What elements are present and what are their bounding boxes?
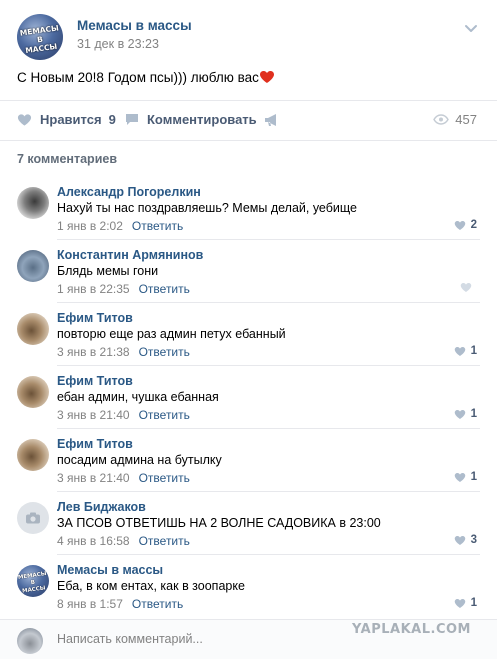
share-button[interactable] <box>264 113 288 127</box>
comment-date-link[interactable]: 3 янв в 21:40 <box>57 471 130 485</box>
reply-button[interactable]: Ответить <box>139 282 190 296</box>
reply-button[interactable]: Ответить <box>139 345 190 359</box>
chevron-down-icon[interactable] <box>463 20 479 36</box>
avatar[interactable]: МЕМАСЫ В МАССЫ <box>17 565 49 597</box>
comment-date-link[interactable]: 4 янв в 16:58 <box>57 534 130 548</box>
avatar[interactable] <box>17 313 49 345</box>
post-text-content: С Новым 20!8 Годом псы))) люблю вас <box>17 70 259 85</box>
comment-meta: 1 янв в 2:02 Ответить <box>57 219 183 233</box>
heart-icon <box>454 409 465 419</box>
comment-text: Нахуй ты нас поздравляешь? Мемы делай, у… <box>57 201 357 215</box>
comment-item: Александр Погорелкин Нахуй ты нас поздра… <box>0 176 497 239</box>
comment-like-count: 1 <box>470 597 477 609</box>
comment-item: Константин Армянинов Блядь мемы гони 1 я… <box>0 239 497 302</box>
group-avatar[interactable]: МЕМАСЫ В МАССЫ <box>17 14 63 60</box>
comment-meta: 3 янв в 21:40 Ответить <box>57 471 190 485</box>
comment-meta: 1 янв в 22:35 Ответить <box>57 282 190 296</box>
comment-label: Комментировать <box>147 112 257 127</box>
post-author-link[interactable]: Мемасы в массы <box>77 18 192 33</box>
comments-list: Александр Погорелкин Нахуй ты нас поздра… <box>0 176 497 617</box>
comment-item: Ефим Титов ебан админ, чушка ебанная 3 я… <box>0 365 497 428</box>
comment-author-link[interactable]: Александр Погорелкин <box>57 185 201 199</box>
comment-like-button[interactable]: 1 <box>454 408 477 420</box>
heart-icon <box>460 283 472 292</box>
comment-like-button[interactable]: 1 <box>454 597 477 609</box>
post-text: С Новым 20!8 Годом псы))) люблю вас <box>17 70 275 85</box>
avatar-logo-text: МЕМАСЫ В МАССЫ <box>19 23 60 56</box>
watermark: YAPLAKAL.COM <box>352 622 471 637</box>
comment-meta: 8 янв в 1:57 Ответить <box>57 597 183 611</box>
comment-like-count: 3 <box>470 534 477 546</box>
comment-author-link[interactable]: Ефим Титов <box>57 311 133 325</box>
like-count: 9 <box>108 112 116 127</box>
avatar[interactable] <box>17 250 49 282</box>
eye-icon <box>433 114 450 125</box>
heart-icon <box>454 220 465 230</box>
comment-like-button[interactable]: 1 <box>454 471 477 483</box>
comment-date-link[interactable]: 3 янв в 21:38 <box>57 345 130 359</box>
reply-button[interactable]: Ответить <box>132 219 183 233</box>
post-date-link[interactable]: 31 дек в 23:23 <box>77 37 159 51</box>
comment-like-button[interactable]: 1 <box>454 345 477 357</box>
comment-like-button[interactable]: 3 <box>454 534 477 546</box>
like-label: Нравится <box>40 112 102 127</box>
comment-like-button[interactable]: 2 <box>454 219 477 231</box>
heart-outline-icon <box>17 113 32 126</box>
comment-like-count: 1 <box>470 345 477 357</box>
views-counter: 457 <box>433 112 477 127</box>
views-count: 457 <box>455 112 477 127</box>
comment-like-button[interactable] <box>460 282 477 293</box>
reply-button[interactable]: Ответить <box>132 597 183 611</box>
comment-text: ЗА ПСОВ ОТВЕТИШЬ НА 2 ВОЛНЕ САДОВИКА в 2… <box>57 516 381 530</box>
comment-author-link[interactable]: Мемасы в массы <box>57 563 163 577</box>
comment-meta: 4 янв в 16:58 Ответить <box>57 534 190 548</box>
comment-meta: 3 янв в 21:40 Ответить <box>57 408 190 422</box>
avatar <box>17 628 43 654</box>
megaphone-icon <box>265 114 276 126</box>
heart-icon <box>454 472 465 482</box>
comment-date-link[interactable]: 1 янв в 22:35 <box>57 282 130 296</box>
comment-text: Еба, в ком ентах, как в зоопарке <box>57 579 245 593</box>
comment-text: ебан админ, чушка ебанная <box>57 390 219 404</box>
comment-icon <box>126 114 138 125</box>
comment-item: Ефим Титов посадим админа на бутылку 3 я… <box>0 428 497 491</box>
comment-author-link[interactable]: Ефим Титов <box>57 437 133 451</box>
heart-icon <box>454 598 465 608</box>
comment-like-count: 1 <box>470 408 477 420</box>
heart-icon <box>454 346 465 356</box>
heart-icon <box>454 535 465 545</box>
avatar[interactable] <box>17 376 49 408</box>
comment-like-count: 1 <box>470 471 477 483</box>
comment-item: Лев Биджаков ЗА ПСОВ ОТВЕТИШЬ НА 2 ВОЛНЕ… <box>0 491 497 554</box>
post-actions-bar: Нравится 9 Комментировать 457 <box>0 100 497 140</box>
avatar-logo-text: МЕМАСЫ В МАССЫ <box>17 571 47 595</box>
reply-button[interactable]: Ответить <box>139 471 190 485</box>
comment-author-link[interactable]: Ефим Титов <box>57 374 133 388</box>
comments-count-header: 7 комментариев <box>0 140 497 174</box>
avatar[interactable] <box>17 439 49 471</box>
comment-author-link[interactable]: Константин Армянинов <box>57 248 203 262</box>
reply-button[interactable]: Ответить <box>139 534 190 548</box>
like-button[interactable]: Нравится 9 <box>17 112 116 127</box>
comment-button[interactable]: Комментировать <box>125 112 257 127</box>
comment-date-link[interactable]: 1 янв в 2:02 <box>57 219 123 233</box>
comment-like-count: 2 <box>470 219 477 231</box>
comment-author-link[interactable]: Лев Биджаков <box>57 500 146 514</box>
post-header: МЕМАСЫ В МАССЫ Мемасы в массы 31 дек в 2… <box>0 0 497 60</box>
comment-item: Ефим Титов повторю еще раз админ петух е… <box>0 302 497 365</box>
avatar[interactable] <box>17 187 49 219</box>
comment-text: повторю еще раз админ петух ебанный <box>57 327 286 341</box>
comment-item: МЕМАСЫ В МАССЫ Мемасы в массы Еба, в ком… <box>0 554 497 617</box>
reply-button[interactable]: Ответить <box>139 408 190 422</box>
heart-icon <box>259 70 275 84</box>
comment-meta: 3 янв в 21:38 Ответить <box>57 345 190 359</box>
comment-date-link[interactable]: 8 янв в 1:57 <box>57 597 123 611</box>
comment-text: посадим админа на бутылку <box>57 453 222 467</box>
camera-icon <box>26 512 40 524</box>
avatar[interactable] <box>17 502 49 534</box>
comment-text: Блядь мемы гони <box>57 264 159 278</box>
comment-input[interactable]: Написать комментарий... <box>57 632 203 646</box>
comment-date-link[interactable]: 3 янв в 21:40 <box>57 408 130 422</box>
